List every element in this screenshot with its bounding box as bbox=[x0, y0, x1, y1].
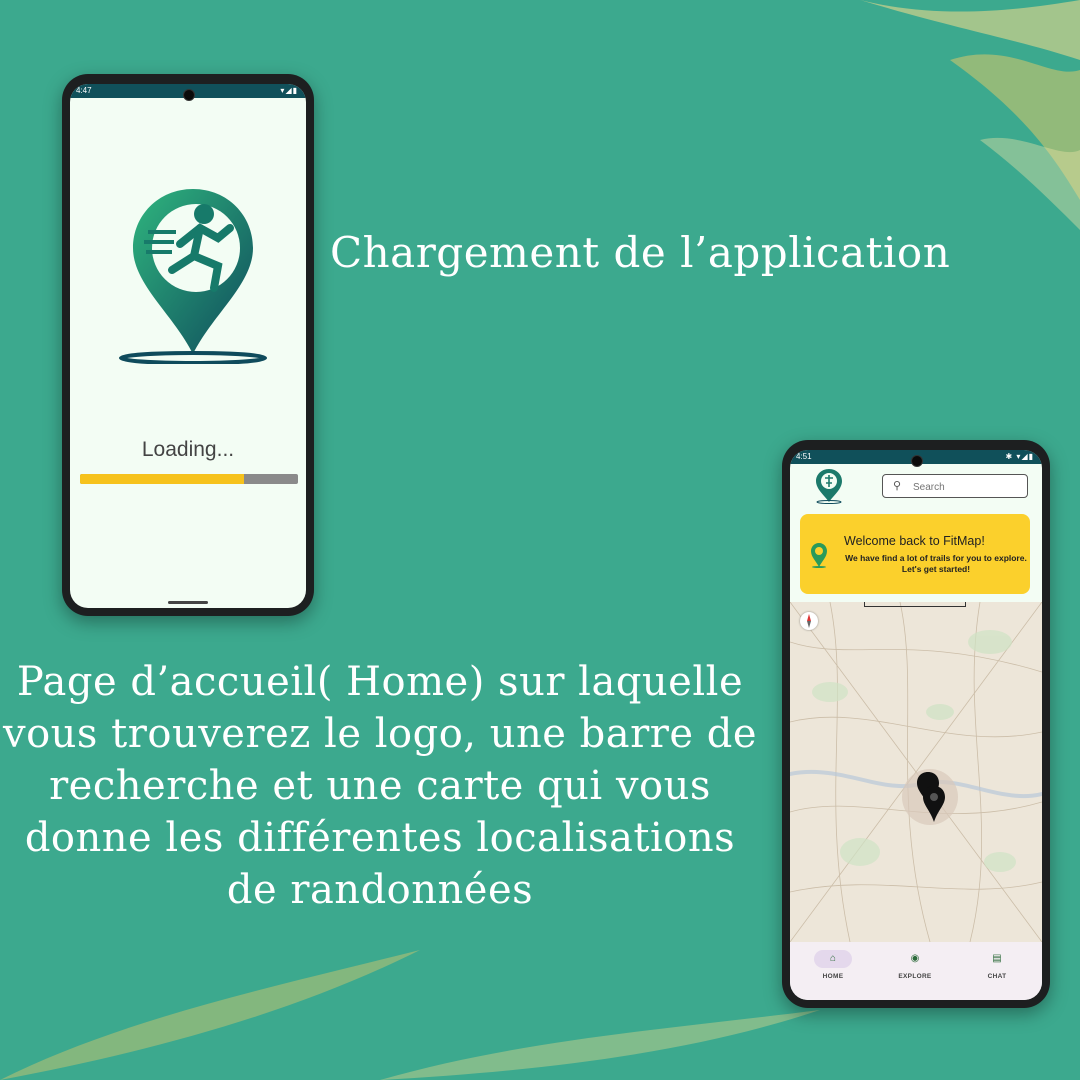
nav-label-chat: CHAT bbox=[987, 973, 1007, 980]
app-logo-icon[interactable] bbox=[814, 468, 844, 504]
nav-label-home: HOME bbox=[822, 973, 844, 980]
welcome-card: Welcome back to FitMap! We have find a l… bbox=[800, 514, 1030, 594]
fitmap-logo-icon bbox=[119, 189, 267, 364]
compass-icon[interactable] bbox=[800, 612, 818, 630]
phone-loading: 4:47 ▾◢▮ Loading... bbox=[62, 74, 314, 616]
home-screen: 4:51 ✱ ▾◢▮ ⚲ Welcome back to FitMap! We … bbox=[790, 450, 1042, 1000]
status-time: 4:47 bbox=[76, 86, 92, 95]
gesture-bar[interactable] bbox=[168, 601, 208, 604]
decorative-streak-top-right bbox=[860, 0, 1080, 230]
nav-explore[interactable]: ◉ EXPLORE bbox=[880, 950, 950, 980]
welcome-subtitle: We have find a lot of trails for you to … bbox=[845, 553, 1027, 574]
search-bar[interactable]: ⚲ bbox=[882, 474, 1028, 498]
loading-progress-bar bbox=[80, 474, 298, 484]
bottom-navigation: ⌂ HOME ◉ EXPLORE ▤ CHAT bbox=[790, 942, 1042, 1000]
front-camera bbox=[911, 455, 923, 467]
home-icon: ⌂ bbox=[814, 950, 852, 968]
status-time: 4:51 bbox=[796, 452, 812, 461]
search-icon: ⚲ bbox=[893, 480, 902, 492]
search-input[interactable] bbox=[911, 478, 1025, 496]
explore-icon: ◉ bbox=[910, 953, 920, 964]
front-camera bbox=[183, 89, 195, 101]
phone-home: 4:51 ✱ ▾◢▮ ⚲ Welcome back to FitMap! We … bbox=[782, 440, 1050, 1008]
nav-home[interactable]: ⌂ HOME bbox=[798, 950, 868, 980]
nav-label-explore: EXPLORE bbox=[898, 973, 932, 980]
status-icons: ✱ ▾◢▮ bbox=[1005, 452, 1034, 461]
loading-screen: 4:47 ▾◢▮ Loading... bbox=[70, 84, 306, 608]
loading-caption: Chargement de l’application bbox=[330, 228, 951, 277]
location-pin-icon bbox=[811, 543, 827, 568]
trail-map[interactable] bbox=[790, 602, 1042, 942]
map-scale-bar bbox=[864, 602, 966, 607]
home-caption: Page d’accueil( Home) sur laquelle vous … bbox=[2, 659, 757, 913]
status-icons: ▾◢▮ bbox=[280, 86, 298, 95]
welcome-title: Welcome back to FitMap! bbox=[844, 534, 985, 548]
loading-progress-fill bbox=[80, 474, 244, 484]
nav-chat[interactable]: ▤ CHAT bbox=[962, 950, 1032, 980]
loading-label: Loading... bbox=[141, 438, 235, 461]
trail-marker-icon[interactable] bbox=[914, 770, 950, 826]
chat-icon: ▤ bbox=[992, 953, 1002, 964]
